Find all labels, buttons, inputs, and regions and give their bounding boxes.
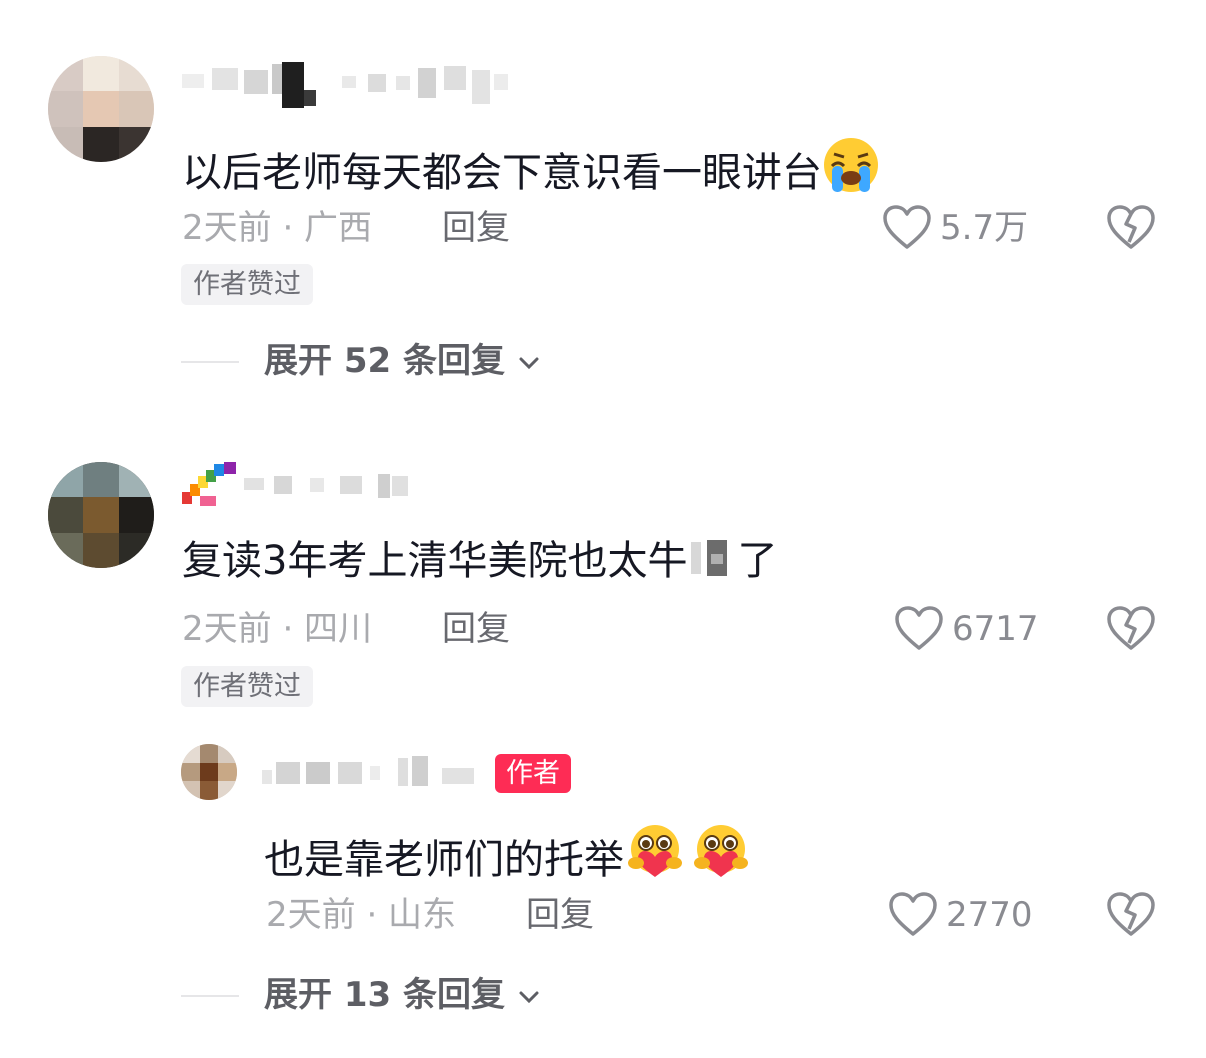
like-count: 5.7万 [940,208,1029,248]
comment-text-body: 复读3年考上清华美院也太牛 [182,538,688,584]
divider [181,995,239,997]
avatar[interactable] [48,56,154,162]
heart-icon[interactable] [888,891,938,937]
comment-text: 复读3年考上清华美院也太牛 了 [182,538,777,581]
chevron-down-icon [518,990,540,1004]
comment-text-tail: 了 [737,538,778,584]
expand-replies-label: 展开 52 条回复 [264,341,505,381]
time-location: 2天前 · 广西 [182,208,373,248]
reply-text: 也是靠老师们的托举 [264,823,752,888]
like-count: 2770 [946,895,1033,935]
like-count: 6717 [952,609,1039,649]
reply-avatar[interactable] [181,744,237,800]
reply-button[interactable]: 回复 [442,612,510,646]
username[interactable] [182,60,522,108]
author-liked-badge: 作者赞过 [181,666,313,707]
author-liked-badge: 作者赞过 [181,264,313,305]
divider [181,361,239,363]
dislike-broken-heart-icon[interactable] [1106,605,1156,651]
heart-icon[interactable] [894,605,944,651]
heart-icon[interactable] [882,204,932,250]
expand-replies-button[interactable]: 展开 52 条回复 [264,344,540,378]
hugging-heart-face-icon [624,823,686,888]
comment-text-body: 以后老师每天都会下意识看一眼讲台 [182,150,822,196]
reply-button[interactable]: 回复 [526,898,594,932]
reply-text-body: 也是靠老师们的托举 [264,837,624,883]
hugging-heart-face-icon [690,823,752,888]
time-location: 2天前 · 四川 [182,609,373,649]
username[interactable] [182,462,432,506]
expand-replies-label: 展开 13 条回复 [264,975,505,1015]
chevron-down-icon [518,356,540,370]
expand-replies-button[interactable]: 展开 13 条回复 [264,978,540,1012]
reply-username[interactable] [262,752,484,792]
avatar[interactable] [48,462,154,568]
dislike-broken-heart-icon[interactable] [1106,891,1156,937]
reply-button[interactable]: 回复 [442,211,510,245]
comment-text: 以后老师每天都会下意识看一眼讲台 [182,136,880,201]
author-tag: 作者 [495,754,571,793]
censored-text [687,538,737,578]
dislike-broken-heart-icon[interactable] [1106,204,1156,250]
reply-time-location: 2天前 · 山东 [266,895,457,935]
loudly-crying-face-icon [822,136,880,201]
